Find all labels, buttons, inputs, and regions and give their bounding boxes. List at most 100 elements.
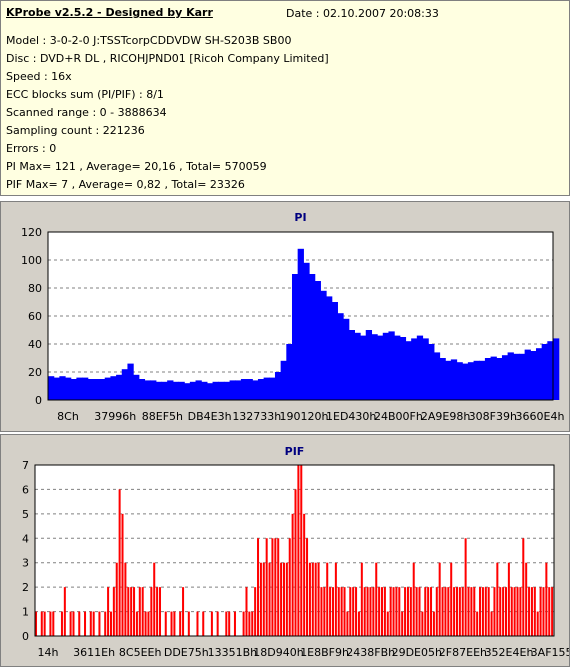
pi-area-segment xyxy=(422,338,429,400)
pif-bar xyxy=(461,587,464,636)
pif-bar xyxy=(369,587,372,636)
pif-bar xyxy=(484,587,487,636)
pi-area-segment xyxy=(206,383,214,400)
pif-bar xyxy=(144,611,147,636)
pif-bar xyxy=(170,611,173,636)
pi-xtick-label: 8Ch xyxy=(57,410,79,423)
pi-area-segment xyxy=(274,372,282,400)
pi-area-segment xyxy=(382,332,390,400)
pif-bar xyxy=(395,587,398,636)
pif-bar xyxy=(548,587,551,636)
pif-bar xyxy=(536,611,539,636)
pif-xtick-label: 1E8BF9h xyxy=(300,646,349,659)
pif-xtick-label: 13351Bh xyxy=(208,646,258,659)
pi-xtick-label: 1ED430h xyxy=(326,410,376,423)
pif-bar xyxy=(375,562,378,636)
pi-area-segment xyxy=(87,379,94,400)
pi-area-segment xyxy=(286,344,293,400)
pif-bar xyxy=(513,587,516,636)
pif-bar xyxy=(435,587,438,636)
pif-bar xyxy=(467,587,470,636)
pif-ytick-label: 5 xyxy=(22,508,29,521)
pif-bar xyxy=(40,611,43,636)
pif-bar xyxy=(464,538,467,636)
pif-bar xyxy=(366,587,369,636)
pi-area-segment xyxy=(59,376,66,400)
pif-bar xyxy=(430,587,433,636)
pi-area-segment xyxy=(161,381,168,400)
pif-bar xyxy=(158,587,162,636)
pif-bar xyxy=(98,611,101,636)
info-disc: Disc : DVD+R DL , RICOHJPND01 [Ricoh Com… xyxy=(6,52,329,65)
pif-bar xyxy=(156,587,159,636)
pif-bar xyxy=(147,611,150,636)
pi-area-segment xyxy=(354,332,361,400)
pif-bar xyxy=(49,611,52,636)
pi-area-segment xyxy=(189,381,197,400)
pif-bar xyxy=(233,611,236,636)
pi-area-segment xyxy=(388,331,395,400)
info-pif-stats: PIF Max= 7 , Average= 0,82 , Total= 2332… xyxy=(6,178,245,191)
pif-bar xyxy=(202,611,205,636)
pi-chart-title: PI xyxy=(294,211,306,224)
pif-bar xyxy=(225,611,228,636)
pif-bar xyxy=(245,587,248,636)
pif-bar xyxy=(525,562,528,636)
pi-area-segment xyxy=(235,380,242,400)
pi-area-segment xyxy=(280,360,287,400)
pi-xtick-label: 88EF5h xyxy=(142,410,183,423)
pi-area-segment xyxy=(201,381,208,400)
pif-bar xyxy=(311,562,314,636)
pi-area-segment xyxy=(172,381,180,400)
pi-ytick-label: 40 xyxy=(28,338,42,351)
info-model: Model : 3-0-2-0 J:TSSTcorpCDDVDW SH-S203… xyxy=(6,34,292,47)
pi-ytick-label: 0 xyxy=(35,394,42,407)
pif-bar xyxy=(357,611,360,636)
pif-bar xyxy=(349,587,352,636)
pif-bar xyxy=(441,587,444,636)
pif-bar xyxy=(285,562,288,636)
pif-bar xyxy=(528,587,531,636)
pi-area-segment xyxy=(110,376,117,400)
pif-bar xyxy=(378,587,381,636)
pi-area-segment xyxy=(343,318,350,400)
pif-bar xyxy=(196,611,199,636)
pi-area-segment xyxy=(269,377,276,400)
info-sampling: Sampling count : 221236 xyxy=(6,124,145,137)
pi-area-segment xyxy=(104,377,112,400)
pif-bar xyxy=(308,562,311,636)
pi-ytick-label: 20 xyxy=(28,366,42,379)
pif-xtick-label: 8C5EEh xyxy=(119,646,162,659)
pif-bar xyxy=(280,562,283,636)
pi-ytick-label: 100 xyxy=(21,254,42,267)
pif-bar xyxy=(182,587,185,636)
pif-bar xyxy=(262,562,265,636)
pi-chart: PI 0 20 40 60 80 100 120 8Ch 37996h 88EF5h DB4E3h 13… xyxy=(21,211,564,423)
pif-bar xyxy=(216,611,219,636)
pif-bar xyxy=(530,587,533,636)
pif-bar xyxy=(323,587,326,636)
pi-area-segment xyxy=(223,381,231,400)
pif-bar xyxy=(363,587,366,636)
pif-bar xyxy=(519,587,522,636)
pi-area-segment xyxy=(331,302,338,400)
pif-bar xyxy=(401,611,404,636)
pi-area-segment xyxy=(320,290,327,400)
pif-bar xyxy=(455,587,458,636)
pi-area-segment xyxy=(76,377,83,400)
pi-area-segment xyxy=(93,379,100,400)
pi-area-segment xyxy=(133,374,140,400)
pif-bar xyxy=(545,562,548,636)
pif-bar xyxy=(282,562,285,636)
pif-bar xyxy=(427,587,430,636)
pif-bar xyxy=(334,562,337,636)
pif-bar xyxy=(141,587,144,636)
pif-xtick-label: 14h xyxy=(38,646,59,659)
pif-bar xyxy=(516,587,519,636)
pif-bar xyxy=(551,587,554,636)
pif-bar xyxy=(242,611,245,636)
pi-chart-panel: PI 0 20 40 60 80 100 120 8Ch 37996h 88EF5h DB4E3h 13… xyxy=(0,201,570,432)
pif-bar xyxy=(107,587,110,636)
pi-area-segment xyxy=(518,353,526,400)
pi-area-segment xyxy=(394,335,401,400)
